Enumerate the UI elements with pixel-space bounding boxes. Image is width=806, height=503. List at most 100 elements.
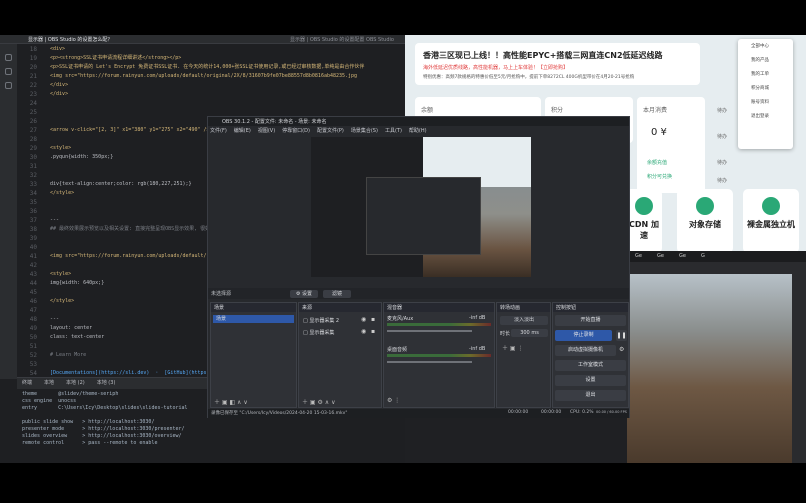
obs-source-toolbar <box>208 288 629 299</box>
terminal-line: public slide show > http://localhost:303… <box>22 419 155 425</box>
folder-icon[interactable] <box>5 54 12 61</box>
lock-icon[interactable]: ▪ <box>371 316 375 323</box>
status-cpu: CPU: 0.2% <box>570 410 594 415</box>
banner-subtitle: 海外低延迟优质线路，高性能机器，马上上车体验！【立即抢购】 <box>423 65 569 71</box>
service-cdn[interactable]: CDN 加速 <box>626 189 662 253</box>
service-bare-metal[interactable]: 裸金属独立机 <box>743 189 799 253</box>
line-number: 20 <box>29 64 37 71</box>
volume-slider[interactable] <box>387 361 472 363</box>
line-number: 51 <box>29 343 37 350</box>
database-icon <box>696 197 714 215</box>
scene-item[interactable]: 场景 <box>213 315 294 323</box>
menu-item[interactable]: 我的产品 <box>738 53 793 67</box>
menu-item[interactable]: 我的工单 <box>738 67 793 81</box>
line-number: 50 <box>29 334 37 341</box>
browser-tab[interactable]: G <box>701 253 705 259</box>
browser-wallpaper-content <box>627 274 792 463</box>
line-number: 53 <box>29 361 37 368</box>
line-number: 43 <box>29 271 37 278</box>
obs-menubar: 文件(F) 编辑(E) 视图(V) 停靠窗口(D) 配置文件(P) 场景集合(S) 工具(T… <box>210 127 434 134</box>
obs-preview[interactable] <box>311 137 531 277</box>
terminal-tab[interactable]: 本地 <box>44 380 54 386</box>
service-object-storage[interactable]: 对象存储 <box>677 189 733 253</box>
line-number: 22 <box>29 82 37 89</box>
menu-item[interactable]: 积分商城 <box>738 81 793 95</box>
source-controls[interactable]: ＋ ▣ ⚙ ∧ ∨ <box>302 397 382 406</box>
obs-menu-item[interactable]: 帮助(H) <box>409 128 427 134</box>
gear-icon[interactable]: ⚙ <box>619 346 624 353</box>
recharge-link[interactable]: 余额充值 <box>647 159 667 166</box>
terminal-tab[interactable]: 终端 <box>22 380 32 386</box>
menu-item[interactable]: 全部中心 <box>738 39 793 53</box>
browser-tab[interactable]: Ge <box>657 253 664 259</box>
points-link[interactable]: 积分可兑换 <box>647 173 672 180</box>
obs-menu-item[interactable]: 停靠窗口(D) <box>282 128 310 134</box>
obs-menu-item[interactable]: 编辑(E) <box>234 128 251 134</box>
line-number: 25 <box>29 109 37 116</box>
line-numbers: 18 19 20 21 22 23 24 25 26 27 28 29 30 31 32 33 34 35 36 37… <box>17 45 37 387</box>
obs-menu-item[interactable]: 配置文件(P) <box>317 128 344 134</box>
no-source-label: 未选择源 <box>211 291 232 297</box>
line-number: 45 <box>29 289 37 296</box>
editor-tab[interactable]: 显示器 | OBS Studio 的设置怎么配？ <box>28 36 112 43</box>
filters-button[interactable]: 滤镜 <box>323 290 351 298</box>
duration-input[interactable]: 300 ms <box>511 329 548 337</box>
code-line: </div> <box>44 91 69 97</box>
menu-item[interactable]: 退出登录 <box>738 109 793 123</box>
browser-tab[interactable]: Ge <box>679 253 686 259</box>
lock-icon[interactable]: ▪ <box>371 328 375 335</box>
line-number: 38 <box>29 226 37 233</box>
service-label: 裸金属独立机 <box>747 220 795 229</box>
terminal-tabs[interactable]: 终端 本地 本地 (2) 本地 (3) <box>22 379 127 386</box>
status-live-time: 00:00:00 <box>508 410 529 415</box>
cdn-icon <box>635 197 653 215</box>
line-number: 28 <box>29 136 37 143</box>
settings-button[interactable]: ⚙ 设置 <box>290 290 318 298</box>
obs-menu-item[interactable]: 工具(T) <box>385 128 402 134</box>
stop-recording-button[interactable]: 停止录制 <box>555 330 612 341</box>
studio-mode-button[interactable]: 工作室模式 <box>555 360 626 371</box>
pause-icon[interactable]: ❚❚ <box>616 330 627 341</box>
sources-dock: 来源 □ 显示器采集 2 □ 显示器采集 ◉ ▪ ◉ ▪ ＋ ▣ ⚙ ∧ ∨ <box>298 302 382 408</box>
eye-icon[interactable]: ◉ <box>361 328 366 335</box>
transition-controls[interactable]: ＋ ▣ ⋮ <box>502 343 523 352</box>
month-card: 本月消费 0 ¥ 余额充值 积分可兑换 <box>637 97 705 193</box>
volume-slider[interactable] <box>387 330 472 332</box>
mixer-track-level: -inf dB <box>469 315 486 321</box>
browser-tab[interactable]: Ge <box>635 253 642 259</box>
source-item[interactable]: □ 显示器采集 <box>303 329 334 336</box>
structure-icon[interactable] <box>5 82 12 89</box>
mixer-gear-icon[interactable]: ⚙ ⋮ <box>387 397 400 404</box>
transition-select[interactable]: 淡入淡出 <box>500 316 548 325</box>
settings-control-button[interactable]: 设置 <box>555 375 626 386</box>
menu-item[interactable]: 账号资料 <box>738 95 793 109</box>
browser-tab-strip: Ge Ge Ge G <box>627 251 806 262</box>
line-number: 18 <box>29 46 37 53</box>
line-number: 47 <box>29 307 37 314</box>
obs-menu-item[interactable]: 文件(F) <box>210 128 227 134</box>
browser-window: Ge Ge Ge G <box>627 251 806 463</box>
promo-banner[interactable]: 香港三区现已上线！！高性能EPYC+搭载三网直连CN2低延迟线路 海外低延迟优质… <box>415 43 700 85</box>
line-number: 41 <box>29 253 37 260</box>
commit-icon[interactable] <box>5 68 12 75</box>
terminal-tab[interactable]: 本地 (3) <box>97 380 116 386</box>
virtual-camera-button[interactable]: 启动虚拟摄像机 <box>555 345 616 356</box>
scene-controls[interactable]: ＋ ▣ ◧ ∧ ∨ <box>214 397 294 406</box>
terminal-tab[interactable]: 本地 (2) <box>66 380 85 386</box>
obs-status-bar: 录像已保存至 "C:/Users/Icy/Videos/2024-04-20 1… <box>208 409 629 418</box>
line-number: 33 <box>29 181 37 188</box>
editor-tab-right[interactable]: 显示器 | OBS Studio 的设置配置 OBS Studio <box>290 36 394 43</box>
line-number: 21 <box>29 73 37 80</box>
obs-menu-item[interactable]: 场景集合(S) <box>351 128 378 134</box>
source-item[interactable]: □ 显示器采集 2 <box>303 317 339 324</box>
status-rec-time: 00:00:00 <box>541 410 562 415</box>
eye-icon[interactable]: ◉ <box>361 316 366 323</box>
line-number: 40 <box>29 244 37 251</box>
server-icon <box>762 197 780 215</box>
line-number: 30 <box>29 154 37 161</box>
side-label: 待办 <box>717 178 728 184</box>
exit-button[interactable]: 退出 <box>555 390 626 401</box>
browser-address-bar[interactable] <box>627 262 806 274</box>
start-streaming-button[interactable]: 开始直播 <box>555 315 626 326</box>
obs-menu-item[interactable]: 视图(V) <box>258 128 275 134</box>
